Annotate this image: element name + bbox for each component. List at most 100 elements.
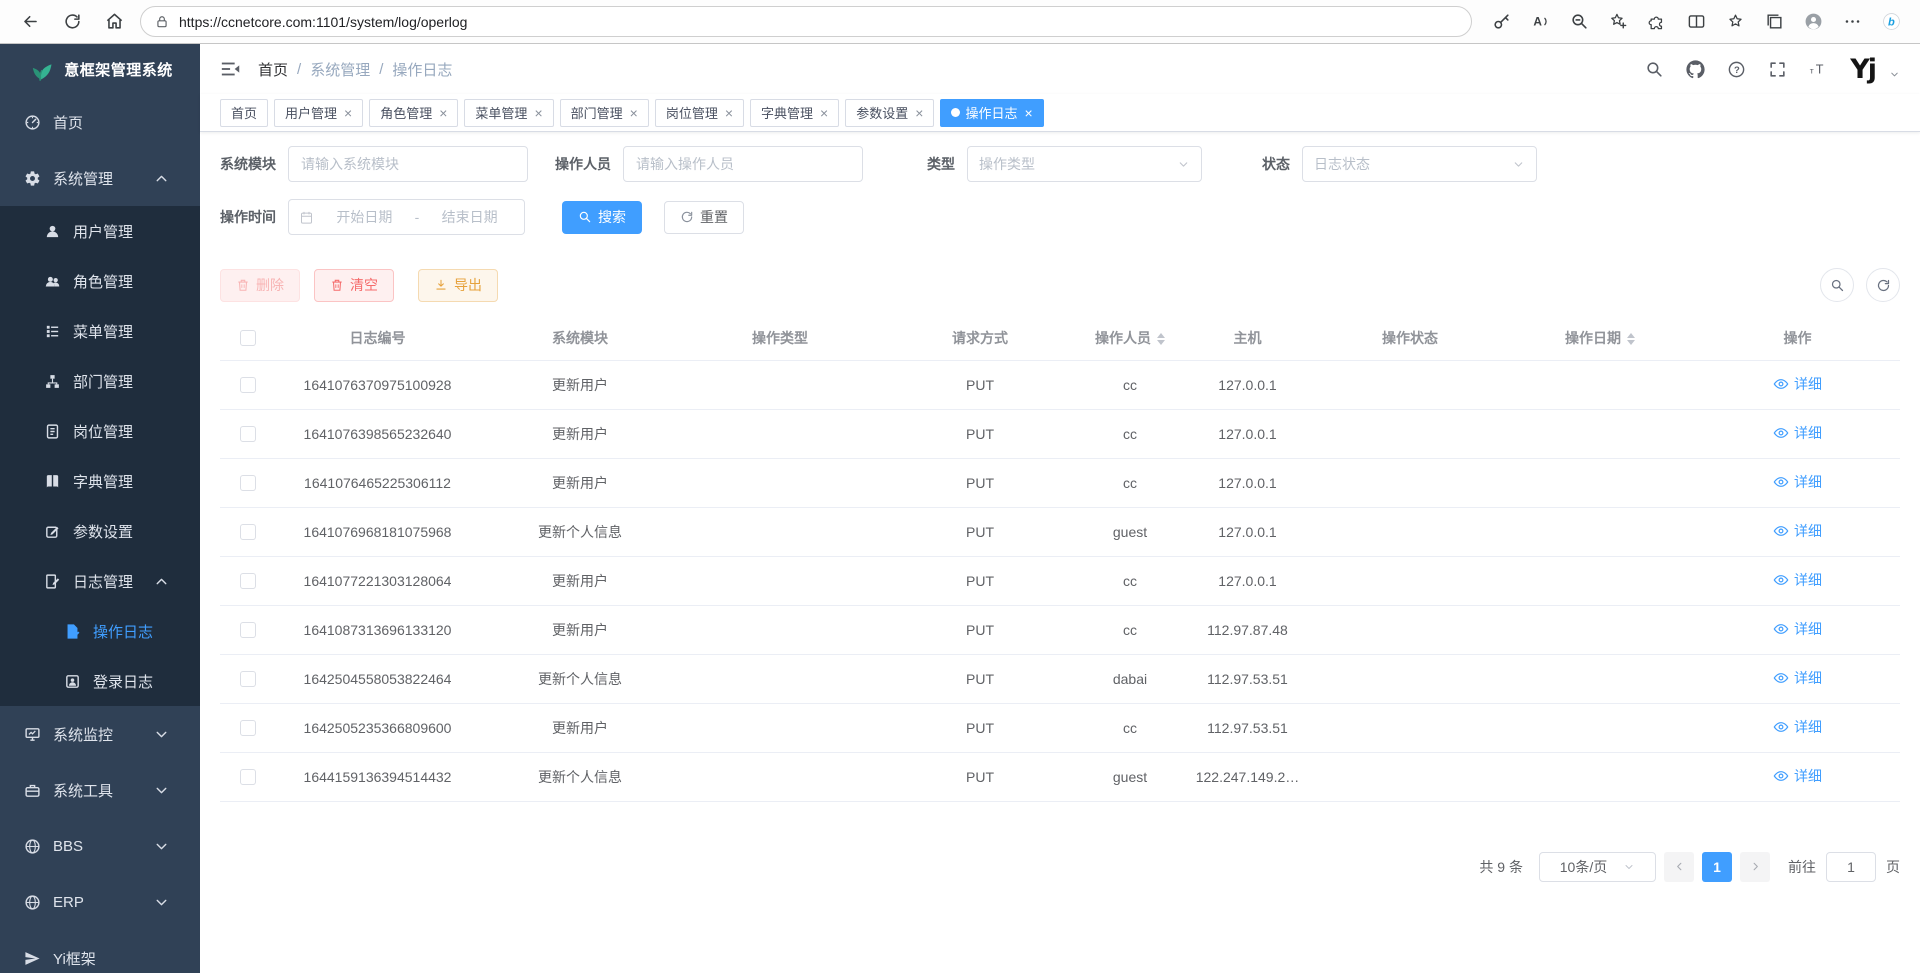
detail-link[interactable]: 详细	[1773, 472, 1822, 492]
menu-fold-icon[interactable]	[220, 58, 242, 80]
zoom-out-button[interactable]	[1562, 5, 1596, 39]
help-icon[interactable]: ?	[1727, 60, 1746, 79]
detail-link[interactable]: 详细	[1773, 619, 1822, 639]
chevron-down-icon[interactable]	[1889, 69, 1900, 80]
start-date-placeholder[interactable]: 开始日期	[320, 207, 409, 227]
url-bar[interactable]: https://ccnetcore.com:1101/system/log/op…	[140, 6, 1472, 37]
tab-user-mgmt[interactable]: 用户管理×	[274, 99, 363, 127]
page-number-current[interactable]: 1	[1702, 852, 1732, 882]
tab-close-icon[interactable]: ×	[725, 106, 733, 120]
table-refresh-button[interactable]	[1866, 268, 1900, 302]
detail-link[interactable]: 详细	[1773, 521, 1822, 541]
sidebar-item-role-mgmt[interactable]: 角色管理	[0, 256, 200, 306]
tab-menu-mgmt[interactable]: 菜单管理×	[464, 99, 553, 127]
tab-post-mgmt[interactable]: 岗位管理×	[655, 99, 744, 127]
tab-close-icon[interactable]: ×	[534, 106, 542, 120]
row-checkbox[interactable]	[240, 426, 256, 442]
table-search-button[interactable]	[1820, 268, 1854, 302]
sidebar-item-menu-mgmt[interactable]: 菜单管理	[0, 306, 200, 356]
detail-link[interactable]: 详细	[1773, 570, 1822, 590]
goto-page-input[interactable]	[1826, 852, 1876, 882]
search-icon[interactable]	[1645, 60, 1664, 79]
favorite-add-button[interactable]	[1601, 5, 1635, 39]
tab-role-mgmt[interactable]: 角色管理×	[369, 99, 458, 127]
sidebar-item-system-tools[interactable]: 系统工具	[0, 762, 200, 818]
sidebar-item-user-mgmt[interactable]: 用户管理	[0, 206, 200, 256]
sort-carets-icon[interactable]	[1627, 333, 1635, 345]
tab-close-icon[interactable]: ×	[1024, 106, 1032, 120]
sidebar-item-bbs[interactable]: BBS	[0, 818, 200, 874]
split-screen-button[interactable]	[1679, 5, 1713, 39]
status-select[interactable]: 日志状态	[1302, 146, 1537, 182]
export-button[interactable]: 导出	[418, 269, 498, 302]
row-checkbox[interactable]	[240, 573, 256, 589]
module-input[interactable]	[288, 146, 528, 182]
row-checkbox[interactable]	[240, 769, 256, 785]
prev-page-button[interactable]	[1664, 852, 1694, 882]
row-checkbox[interactable]	[240, 475, 256, 491]
sidebar-item-system-mgmt[interactable]: 系统管理	[0, 150, 200, 206]
column-header[interactable]: 操作日期	[1505, 316, 1695, 360]
key-button[interactable]	[1484, 5, 1518, 39]
row-checkbox[interactable]	[240, 671, 256, 687]
copilot-button[interactable]: b	[1874, 5, 1908, 39]
back-button[interactable]	[12, 5, 48, 39]
read-aloud-button[interactable]: A	[1523, 5, 1557, 39]
row-checkbox[interactable]	[240, 377, 256, 393]
tab-oper-log[interactable]: 操作日志×	[940, 99, 1043, 127]
profile-button[interactable]	[1796, 5, 1830, 39]
sidebar-item-login-log[interactable]: 登录日志	[0, 656, 200, 706]
breadcrumb-system[interactable]: 系统管理	[310, 59, 370, 80]
sidebar-item-yi-framework[interactable]: Yi框架	[0, 930, 200, 973]
tab-close-icon[interactable]: ×	[630, 106, 638, 120]
tab-close-icon[interactable]: ×	[439, 106, 447, 120]
tab-close-icon[interactable]: ×	[820, 106, 828, 120]
detail-link[interactable]: 详细	[1773, 423, 1822, 443]
tab-dept-mgmt[interactable]: 部门管理×	[560, 99, 649, 127]
row-checkbox[interactable]	[240, 524, 256, 540]
search-button[interactable]: 搜索	[562, 201, 642, 234]
favorites-bar-button[interactable]	[1718, 5, 1752, 39]
collections-button[interactable]	[1757, 5, 1791, 39]
sidebar-item-oper-log[interactable]: 操作日志	[0, 606, 200, 656]
reset-button[interactable]: 重置	[664, 201, 744, 234]
user-logo[interactable]: Yj	[1850, 54, 1875, 85]
clear-button[interactable]: 清空	[314, 269, 394, 302]
column-header[interactable]: 操作人员	[1080, 316, 1180, 360]
tab-param-settings[interactable]: 参数设置×	[845, 99, 934, 127]
select-all-checkbox[interactable]	[240, 330, 256, 346]
tab-close-icon[interactable]: ×	[915, 106, 923, 120]
refresh-button[interactable]	[54, 5, 90, 39]
sidebar-item-system-monitor[interactable]: 系统监控	[0, 706, 200, 762]
end-date-placeholder[interactable]: 结束日期	[425, 207, 514, 227]
extensions-button[interactable]	[1640, 5, 1674, 39]
date-range-picker[interactable]: 开始日期 - 结束日期	[288, 199, 525, 235]
page-size-select[interactable]: 10条/页	[1539, 852, 1656, 882]
sidebar-item-dept-mgmt[interactable]: 部门管理	[0, 356, 200, 406]
next-page-button[interactable]	[1740, 852, 1770, 882]
home-button[interactable]	[96, 5, 132, 39]
row-checkbox[interactable]	[240, 622, 256, 638]
breadcrumb-home[interactable]: 首页	[258, 59, 288, 80]
detail-link[interactable]: 详细	[1773, 717, 1822, 737]
tab-dict-mgmt[interactable]: 字典管理×	[750, 99, 839, 127]
row-checkbox[interactable]	[240, 720, 256, 736]
sidebar-item-erp[interactable]: ERP	[0, 874, 200, 930]
tab-home[interactable]: 首页	[220, 99, 268, 127]
sidebar-item-dict-mgmt[interactable]: 字典管理	[0, 456, 200, 506]
more-button[interactable]	[1835, 5, 1869, 39]
type-select[interactable]: 操作类型	[967, 146, 1202, 182]
delete-button[interactable]: 删除	[220, 269, 300, 302]
operator-input[interactable]	[623, 146, 863, 182]
sidebar-item-post-mgmt[interactable]: 岗位管理	[0, 406, 200, 456]
sidebar-item-home[interactable]: 首页	[0, 94, 200, 150]
detail-link[interactable]: 详细	[1773, 766, 1822, 786]
detail-link[interactable]: 详细	[1773, 374, 1822, 394]
sort-carets-icon[interactable]	[1157, 333, 1165, 345]
sidebar-item-param-settings[interactable]: 参数设置	[0, 506, 200, 556]
detail-link[interactable]: 详细	[1773, 668, 1822, 688]
github-icon[interactable]	[1686, 60, 1705, 79]
fullscreen-icon[interactable]	[1768, 60, 1787, 79]
sidebar-item-log-mgmt[interactable]: 日志管理	[0, 556, 200, 606]
font-size-icon[interactable]: тT	[1809, 60, 1828, 79]
